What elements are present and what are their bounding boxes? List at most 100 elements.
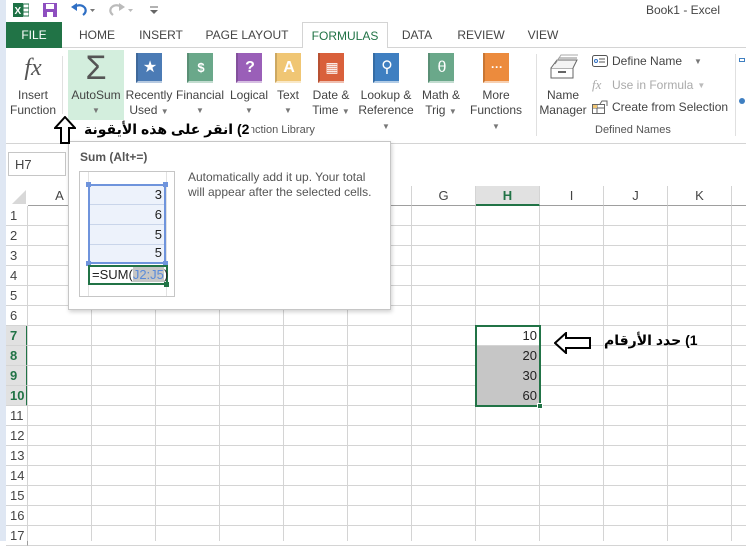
tooltip-preview: 3 6 5 5 =SUM(J2:J5) (79, 171, 175, 297)
autosum-button[interactable]: Σ AutoSum ▼ (68, 50, 124, 120)
name-manager-label-2: Manager (539, 103, 587, 117)
chevron-down-icon: ▼ (697, 80, 706, 90)
row-header-1[interactable]: 1 (6, 206, 28, 226)
tab-view[interactable]: VIEW (520, 22, 566, 48)
fill-handle[interactable] (537, 403, 543, 409)
formula-auditing-icon[interactable] (739, 58, 745, 62)
more-book-icon: ··· (483, 53, 509, 83)
chevron-down-icon: ▼ (448, 107, 457, 116)
math-trig-button[interactable]: θ Math & Trig ▼ (418, 52, 464, 119)
select-all-button[interactable] (12, 190, 26, 204)
row-header-7[interactable]: 7 (6, 326, 28, 346)
financial-button[interactable]: $ Financial ▼ (174, 52, 226, 118)
lookup-reference-label-2: Reference (358, 103, 414, 117)
gridline-vertical (731, 206, 732, 541)
text-button[interactable]: A Text ▼ (272, 52, 304, 118)
undo-icon[interactable] (70, 2, 98, 18)
insert-function-button[interactable]: fx Insert Function (8, 52, 58, 118)
star-book-icon: ★ (136, 53, 162, 83)
tab-data[interactable]: DATA (392, 22, 442, 48)
name-manager-icon (547, 52, 579, 84)
gridline-vertical (667, 206, 668, 541)
theta-book-icon: θ (428, 53, 454, 83)
gridline-horizontal (28, 525, 746, 526)
row-header-16[interactable]: 16 (6, 506, 28, 526)
column-header-i[interactable]: I (540, 186, 604, 206)
row-header-6[interactable]: 6 (6, 306, 28, 326)
svg-text:X: X (15, 6, 22, 17)
tab-page-layout[interactable]: PAGE LAYOUT (200, 22, 294, 48)
row-header-15[interactable]: 15 (6, 486, 28, 506)
logical-button[interactable]: ? Logical ▼ (226, 52, 272, 118)
question-book-icon: ? (236, 53, 262, 83)
math-trig-label-2: Trig (425, 103, 446, 117)
defined-names-group-label: Defined Names (595, 124, 671, 136)
tab-formulas[interactable]: FORMULAS (302, 22, 388, 49)
tab-home[interactable]: HOME (72, 22, 122, 48)
name-manager-label-1: Name (546, 88, 579, 102)
tooltip-description: Automatically add it up. Your total will… (188, 170, 372, 199)
preview-value: 6 (154, 207, 162, 222)
row-header-5[interactable]: 5 (6, 286, 28, 306)
selection-border (475, 325, 541, 407)
formula-auditing-icon-2[interactable] (739, 98, 745, 104)
row-header-8[interactable]: 8 (6, 346, 28, 366)
autosum-tooltip: Sum (Alt+=) 3 6 5 5 =SUM(J2:J5) Automati… (68, 141, 391, 310)
lookup-reference-button[interactable]: ⚲ Lookup & Reference ▼ (354, 52, 418, 134)
column-header-g[interactable]: G (412, 186, 476, 206)
gridline-vertical (27, 206, 28, 541)
step2-annotation: 2) انقر على هذه الأيقونة (82, 121, 252, 138)
customize-qat-icon[interactable] (148, 2, 160, 18)
column-header-k[interactable]: K (668, 186, 732, 206)
row-header-11[interactable]: 11 (6, 406, 28, 426)
row-header-12[interactable]: 12 (6, 426, 28, 446)
name-manager-button[interactable]: Name Manager (538, 52, 588, 118)
chevron-down-icon: ▼ (284, 106, 292, 115)
column-header-partial[interactable] (732, 186, 746, 206)
chevron-down-icon: ▼ (92, 106, 100, 115)
financial-label: Financial (175, 88, 225, 102)
gridline-horizontal (28, 385, 746, 386)
row-header-14[interactable]: 14 (6, 466, 28, 486)
tab-review[interactable]: REVIEW (452, 22, 510, 48)
use-in-formula-button[interactable]: fx Use in Formula ▼ (592, 77, 705, 93)
redo-icon[interactable] (108, 2, 136, 18)
insert-function-label-1: Insert (17, 88, 48, 102)
name-box[interactable]: H7 (8, 152, 66, 176)
row-header-10[interactable]: 10 (6, 386, 28, 406)
date-time-button[interactable]: ▦ Date & Time ▼ (308, 52, 354, 119)
tooltip-title: Sum (Alt+=) (80, 150, 148, 164)
formula-prefix: =SUM( (92, 267, 133, 282)
excel-logo-icon: X (12, 2, 30, 18)
sigma-icon: Σ (85, 49, 107, 87)
step1-annotation: 1) حدد الأرقام (604, 332, 698, 348)
chevron-down-icon: ▼ (694, 56, 702, 66)
gridline-horizontal (28, 425, 746, 426)
gridline-horizontal (28, 365, 746, 366)
row-header-9[interactable]: 9 (6, 366, 28, 386)
define-name-button[interactable]: Define Name ▼ (592, 54, 702, 68)
more-functions-button[interactable]: ··· More Functions ▼ (466, 52, 526, 134)
save-icon[interactable] (42, 2, 58, 18)
formula-range: J2:J5 (132, 267, 164, 282)
insert-function-label-2: Function (9, 103, 57, 117)
create-from-selection-icon (592, 100, 608, 114)
gridline-horizontal (28, 445, 746, 446)
row-header-17[interactable]: 17 (6, 526, 28, 546)
chevron-down-icon: ▼ (160, 107, 169, 116)
recently-used-label-1: Recently (125, 88, 173, 102)
coins-book-icon: $ (187, 53, 213, 83)
row-header-2[interactable]: 2 (6, 226, 28, 246)
preview-value: 3 (154, 187, 162, 202)
row-header-3[interactable]: 3 (6, 246, 28, 266)
tab-insert[interactable]: INSERT (132, 22, 190, 48)
row-header-4[interactable]: 4 (6, 266, 28, 286)
chevron-down-icon: ▼ (341, 107, 350, 116)
create-from-selection-button[interactable]: Create from Selection (592, 100, 728, 114)
recently-used-button[interactable]: ★ Recently Used ▼ (124, 52, 174, 119)
gridline-horizontal (28, 325, 746, 326)
column-header-j[interactable]: J (604, 186, 668, 206)
row-header-13[interactable]: 13 (6, 446, 28, 466)
column-header-h[interactable]: H (476, 186, 540, 206)
tab-file[interactable]: FILE (6, 22, 62, 48)
